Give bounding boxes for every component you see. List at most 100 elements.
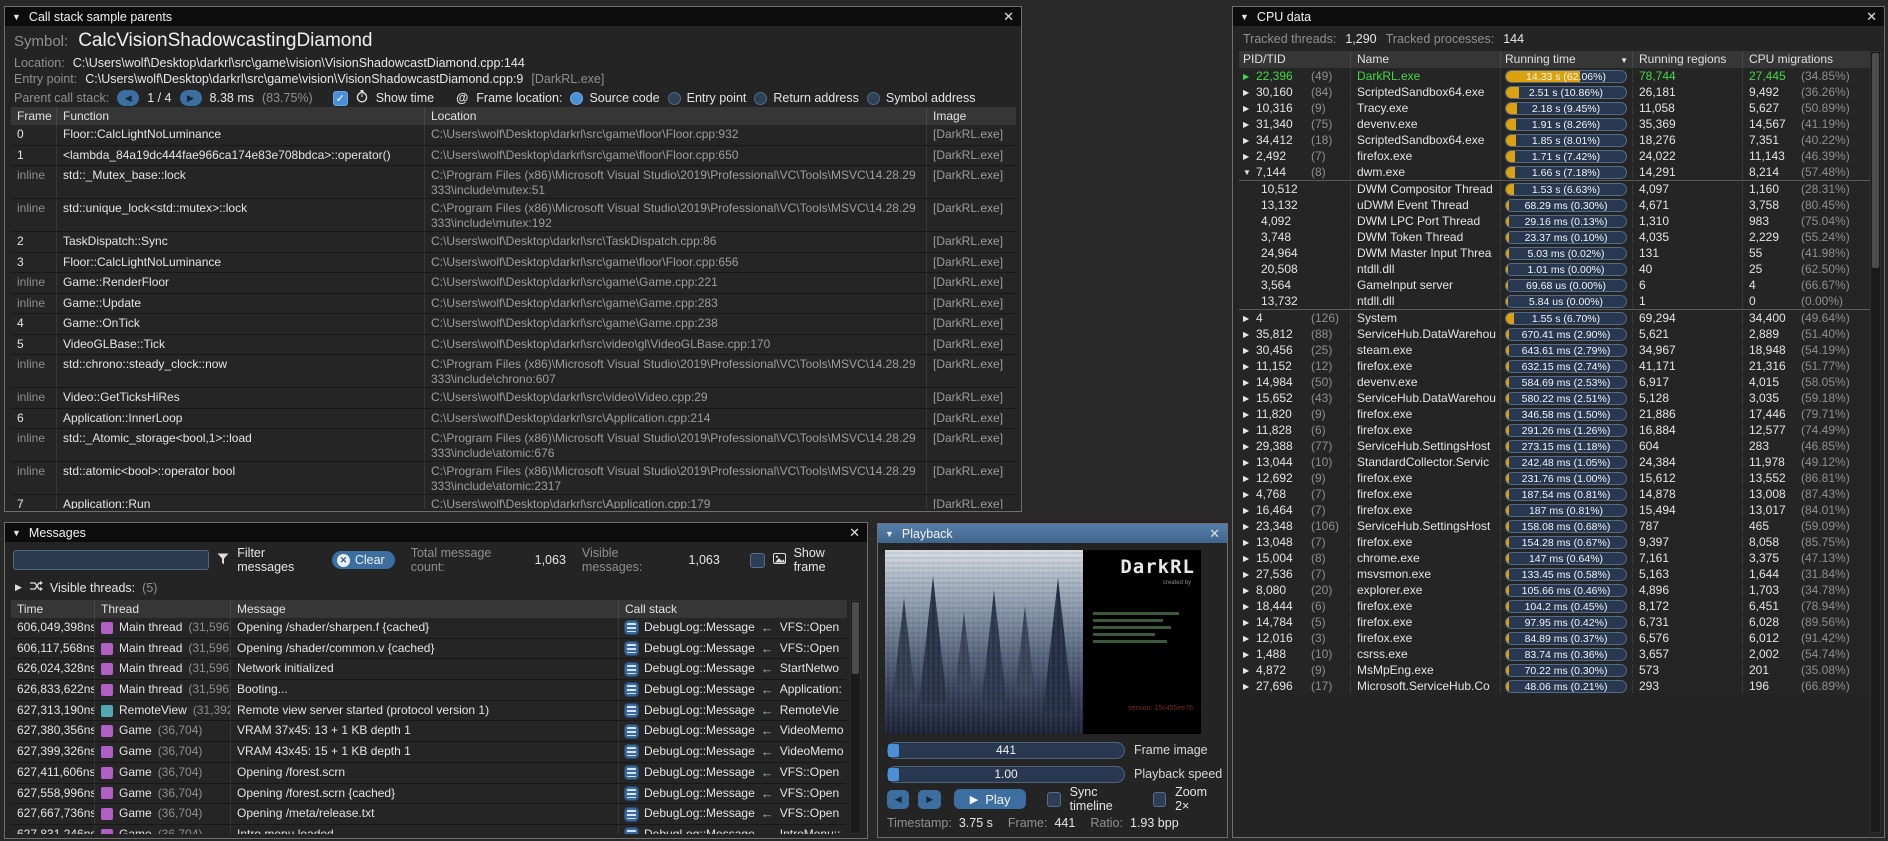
play-button[interactable]: ▶Play [954, 789, 1027, 809]
expand-icon[interactable]: ▶ [15, 582, 22, 593]
cpu-row[interactable]: ▼7,144(8)dwm.exe1.66 s (7.18%)14,2918,21… [1239, 164, 1873, 180]
callstack-cell[interactable]: DebugLog::Message←StartNetwo [619, 659, 847, 679]
cpu-row[interactable]: 13,132uDWM Event Thread68.29 ms (0.30%)4… [1239, 197, 1873, 213]
cpu-row[interactable]: 24,964DWM Master Input Threa5.03 ms (0.0… [1239, 245, 1873, 261]
cpu-scrollbar-thumb[interactable] [1872, 53, 1879, 268]
callstack-cell[interactable]: DebugLog::Message←VFS::Open [619, 639, 847, 659]
cpu-row[interactable]: ▶11,152(12)firefox.exe632.15 ms (2.74%)4… [1239, 358, 1873, 374]
callstack-cell[interactable]: DebugLog::Message←RemoteVie [619, 701, 847, 721]
cpu-row[interactable]: ▶30,160(84)ScriptedSandbox64.exe2.51 s (… [1239, 84, 1873, 100]
callstack-row[interactable]: 6Application::InnerLoopC:\Users\wolf\Des… [11, 409, 1016, 430]
cpu-row[interactable]: 3,564GameInput server69.68 us (0.00%)64(… [1239, 277, 1873, 293]
cpu-row[interactable]: ▶11,828(6)firefox.exe291.26 ms (1.26%)16… [1239, 422, 1873, 438]
col-running-regions[interactable]: Running regions [1633, 51, 1743, 68]
prev-frame-button[interactable]: ◀ [887, 790, 909, 809]
show-time-checkbox[interactable]: ✓ [333, 91, 348, 106]
expand-icon[interactable]: ▶ [1243, 117, 1256, 132]
cpu-row[interactable]: ▶27,696(17)Microsoft.ServiceHub.Co48.06 … [1239, 678, 1873, 694]
callstack-row[interactable]: inlinestd::unique_lock<std::mutex>::lock… [11, 199, 1016, 232]
col-cpu-migrations[interactable]: CPU migrations [1743, 51, 1873, 68]
callstack-row[interactable]: 5VideoGLBase::TickC:\Users\wolf\Desktop\… [11, 335, 1016, 356]
message-row[interactable]: 627,411,606nsGame(36,704)Opening /forest… [11, 763, 847, 784]
callstack-cell[interactable]: DebugLog::Message←Application: [619, 680, 847, 700]
expand-icon[interactable]: ▶ [1243, 327, 1256, 342]
cpu-row[interactable]: ▶29,388(77)ServiceHub.SettingsHost273.15… [1239, 438, 1873, 454]
cpu-row[interactable]: ▶2,492(7)firefox.exe1.71 s (7.42%)24,022… [1239, 148, 1873, 164]
expand-icon[interactable]: ▶ [1243, 471, 1256, 486]
expand-icon[interactable]: ▶ [1243, 551, 1256, 566]
message-row[interactable]: 606,049,398nsMain thread(31,596)Opening … [11, 618, 847, 639]
message-row[interactable]: 627,558,996nsGame(36,704)Opening /forest… [11, 784, 847, 805]
message-row[interactable]: 626,024,328nsMain thread(31,596)Network … [11, 659, 847, 680]
message-row[interactable]: 627,667,736nsGame(36,704)Opening /meta/r… [11, 804, 847, 825]
cpu-row[interactable]: ▶27,536(7)msvsmon.exe133.45 ms (0.58%)5,… [1239, 566, 1873, 582]
next-callstack-button[interactable]: ▶ [180, 90, 202, 106]
cpu-row[interactable]: 20,508ntdll.dll1.01 ms (0.00%)4025(62.50… [1239, 261, 1873, 277]
cpu-row[interactable]: ▶13,044(10)StandardCollector.Servic242.4… [1239, 454, 1873, 470]
message-row[interactable]: 627,313,190nsRemoteView(31,392)Remote vi… [11, 701, 847, 722]
close-icon[interactable]: ✕ [1003, 10, 1014, 23]
expand-icon[interactable]: ▶ [1243, 599, 1256, 614]
cpu-row[interactable]: ▶15,652(43)ServiceHub.DataWarehou580.22 … [1239, 390, 1873, 406]
callstack-row[interactable]: inlinestd::chrono::steady_clock::nowC:\P… [11, 355, 1016, 388]
expand-icon[interactable]: ▶ [1243, 487, 1256, 502]
expand-icon[interactable]: ▶ [1243, 149, 1256, 164]
message-row[interactable]: 606,117,568nsMain thread(31,596)Opening … [11, 639, 847, 660]
cpu-row[interactable]: ▶16,464(7)firefox.exe187 ms (0.81%)15,49… [1239, 502, 1873, 518]
expand-icon[interactable]: ▶ [1243, 423, 1256, 438]
filter-input[interactable] [13, 550, 209, 570]
callstack-row[interactable]: 2TaskDispatch::SyncC:\Users\wolf\Desktop… [11, 232, 1016, 253]
radio-source-code[interactable]: Source code [570, 91, 659, 105]
cpu-row[interactable]: ▶35,812(88)ServiceHub.DataWarehou670.41 … [1239, 326, 1873, 342]
collapse-icon[interactable]: ▼ [885, 529, 894, 539]
cpu-row[interactable]: ▶31,340(75)devenv.exe1.91 s (8.26%)35,36… [1239, 116, 1873, 132]
expand-icon[interactable]: ▶ [1243, 391, 1256, 406]
frame-image-slider[interactable]: 441 [887, 742, 1125, 759]
callstack-row[interactable]: 4Game::OnTickC:\Users\wolf\Desktop\darkr… [11, 314, 1016, 335]
cpu-row[interactable]: ▶1,488(10)csrss.exe83.74 ms (0.36%)3,657… [1239, 646, 1873, 662]
close-icon[interactable]: ✕ [849, 526, 860, 539]
expand-icon[interactable]: ▶ [1243, 631, 1256, 646]
cpu-row[interactable]: ▶4,768(7)firefox.exe187.54 ms (0.81%)14,… [1239, 486, 1873, 502]
visible-threads-row[interactable]: ▶ Visible threads: (5) [15, 580, 157, 595]
callstack-row[interactable]: inlineGame::RenderFloorC:\Users\wolf\Des… [11, 273, 1016, 294]
cpu-row[interactable]: ▶4(126)System1.55 s (6.70%)69,29434,400(… [1239, 309, 1873, 326]
cpu-row[interactable]: ▶22,396(49)DarkRL.exe14.33 s (62.06%)78,… [1239, 68, 1873, 84]
collapse-icon[interactable]: ▼ [12, 528, 21, 538]
cpu-row[interactable]: 10,512DWM Compositor Thread1.53 s (6.63%… [1239, 180, 1873, 197]
sync-timeline-checkbox[interactable] [1047, 792, 1060, 807]
cpu-row[interactable]: ▶34,412(18)ScriptedSandbox64.exe1.85 s (… [1239, 132, 1873, 148]
entry-value[interactable]: C:\Users\wolf\Desktop\darkrl\src\game\vi… [85, 72, 523, 86]
prev-callstack-button[interactable]: ◀ [117, 90, 139, 106]
callstack-row[interactable]: 0Floor::CalcLightNoLuminanceC:\Users\wol… [11, 125, 1016, 146]
callstack-cell[interactable]: DebugLog::Message←VFS::Open [619, 804, 847, 824]
expand-icon[interactable]: ▶ [1243, 343, 1256, 358]
expand-icon[interactable]: ▶ [1243, 535, 1256, 550]
callstack-cell[interactable]: DebugLog::Message←IntroMenu:: [619, 825, 847, 834]
cpu-row[interactable]: ▶4,872(9)MsMpEng.exe70.22 ms (0.30%)5732… [1239, 662, 1873, 678]
cpu-row[interactable]: ▶18,444(6)firefox.exe104.2 ms (0.45%)8,1… [1239, 598, 1873, 614]
radio-entry-point[interactable]: Entry point [668, 91, 747, 105]
cpu-row[interactable]: ▶11,820(9)firefox.exe346.58 ms (1.50%)21… [1239, 406, 1873, 422]
cpu-row[interactable]: ▶15,004(8)chrome.exe147 ms (0.64%)7,1613… [1239, 550, 1873, 566]
message-row[interactable]: 627,380,356nsGame(36,704)VRAM 37x45: 13 … [11, 721, 847, 742]
expand-icon[interactable]: ▶ [1243, 133, 1256, 148]
expand-icon[interactable]: ▶ [1243, 647, 1256, 662]
radio-symbol-address[interactable]: Symbol address [867, 91, 976, 105]
callstack-cell[interactable]: DebugLog::Message←VFS::Open [619, 763, 847, 783]
callstack-row[interactable]: inlinestd::_Atomic_storage<bool,1>::load… [11, 429, 1016, 462]
zoom-2x-checkbox[interactable] [1153, 792, 1166, 807]
cpu-row[interactable]: ▶13,048(7)firefox.exe154.28 ms (0.67%)9,… [1239, 534, 1873, 550]
expand-icon[interactable]: ▶ [1243, 407, 1256, 422]
expand-icon[interactable]: ▶ [1243, 439, 1256, 454]
message-row[interactable]: 626,833,622nsMain thread(31,596)Booting.… [11, 680, 847, 701]
col-name[interactable]: Name [1351, 51, 1501, 68]
callstack-row[interactable]: inlineGame::UpdateC:\Users\wolf\Desktop\… [11, 294, 1016, 315]
cpu-row[interactable]: ▶8,080(20)explorer.exe105.66 ms (0.46%)4… [1239, 582, 1873, 598]
callstack-row[interactable]: inlinestd::atomic<bool>::operator boolC:… [11, 462, 1016, 495]
expand-icon[interactable]: ▶ [1243, 69, 1256, 84]
expand-icon[interactable]: ▶ [1243, 679, 1256, 694]
callstack-cell[interactable]: DebugLog::Message←VFS::Open [619, 784, 847, 804]
cpu-scrollbar[interactable] [1870, 51, 1881, 833]
col-pid-tid[interactable]: PID/TID [1239, 51, 1351, 68]
